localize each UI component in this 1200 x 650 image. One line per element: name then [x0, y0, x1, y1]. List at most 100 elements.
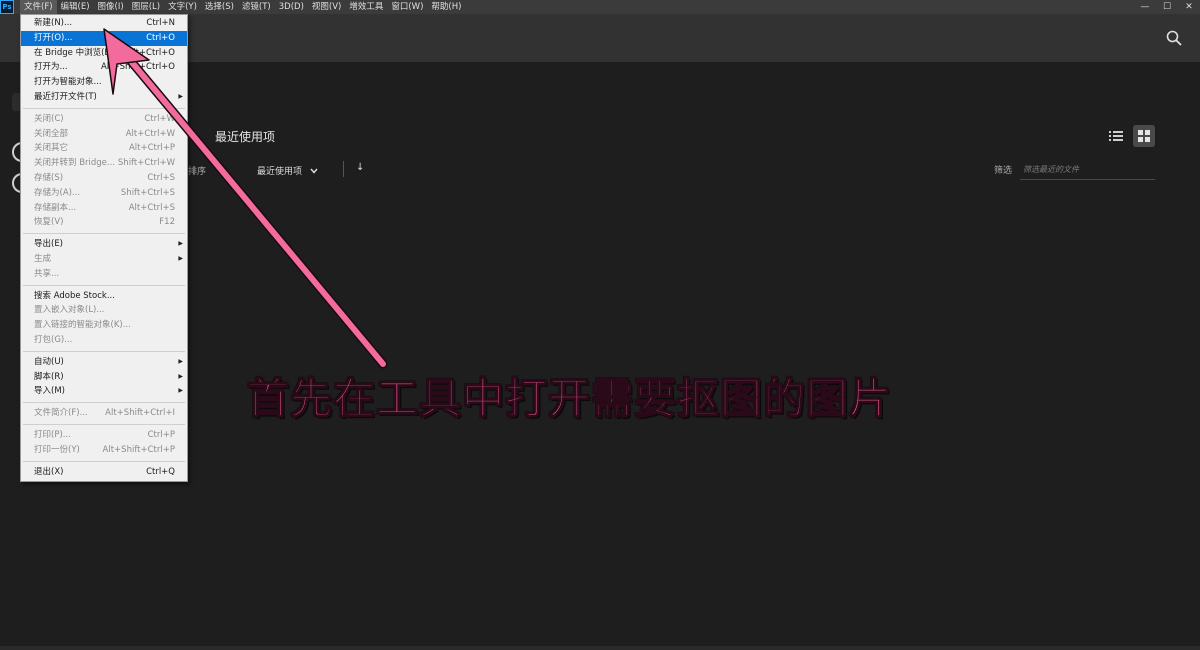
menu-separator — [23, 233, 185, 235]
file-menu-dropdown: 新建(N)... Ctrl+N 打开(O)... Ctrl+O 在 Bridge 中浏览… — [20, 14, 188, 482]
menu-item-label: 打印一份(Y) — [34, 444, 80, 455]
menu-plugins[interactable]: 增效工具 — [345, 0, 387, 14]
menu-item-shortcut: Alt+Ctrl+S — [128, 202, 175, 213]
menu-item-shortcut: Ctrl+S — [147, 172, 175, 183]
menu-item-shortcut: Alt+Ctrl+O — [127, 47, 175, 58]
menu-item-label: 打包(G)... — [34, 334, 73, 345]
menu-item-label: 导出(E) — [34, 239, 64, 250]
menu-edit[interactable]: 编辑(E) — [57, 0, 94, 14]
file-menu-item[interactable]: 打开为智能对象... — [21, 75, 187, 90]
file-menu-item[interactable]: 存储为(A)... Shift+Ctrl+S — [21, 186, 187, 201]
menu-select[interactable]: 选择(S) — [201, 0, 238, 14]
menu-help[interactable]: 帮助(H) — [427, 0, 465, 14]
file-menu-item[interactable]: 存储(S) Ctrl+S — [21, 171, 187, 186]
file-menu-item[interactable]: 关闭全部 Alt+Ctrl+W — [21, 127, 187, 142]
menu-item-label: 文件简介(F)... — [34, 408, 88, 419]
menu-item-shortcut: Ctrl+N — [146, 18, 175, 28]
menu-separator — [23, 460, 185, 462]
sort-direction-button[interactable]: ↓ — [356, 162, 364, 173]
menu-item-label: 最近打开文件(T) — [34, 91, 97, 102]
file-menu-item[interactable]: 置入链接的智能对象(K)... — [21, 318, 187, 333]
menu-bar: Ps 文件(F) 编辑(E) 图像(I) 图层(L) 文字(Y) 选择(S) 滤… — [0, 0, 1200, 14]
close-button[interactable]: ✕ — [1178, 0, 1200, 14]
file-menu-item[interactable]: 自动(U) ▶ — [21, 355, 187, 370]
menu-separator — [23, 350, 185, 352]
menu-item-label: 关闭全部 — [34, 128, 69, 139]
submenu-arrow-icon: ▶ — [178, 387, 183, 395]
menu-item-label: 共享... — [34, 268, 60, 279]
list-view-button[interactable] — [1106, 126, 1126, 146]
file-menu-item[interactable]: 文件简介(F)... Alt+Shift+Ctrl+I — [21, 406, 187, 421]
file-menu-item[interactable]: 关闭(C) Ctrl+W — [21, 112, 187, 127]
menu-item-shortcut: Alt+Shift+Ctrl+O — [100, 62, 175, 73]
menu-layer[interactable]: 图层(L) — [128, 0, 164, 14]
sort-value: 最近使用项 — [257, 167, 303, 177]
menu-item-shortcut: Ctrl+Q — [146, 466, 175, 477]
menu-item-shortcut: Ctrl+O — [146, 32, 175, 43]
menu-item-label: 自动(U) — [34, 356, 64, 367]
divider — [343, 161, 344, 177]
sort-dropdown[interactable]: 最近使用项 — [257, 164, 318, 177]
menu-filter[interactable]: 滤镜(T) — [238, 0, 275, 14]
submenu-arrow-icon: ▶ — [178, 372, 183, 380]
menu-item-shortcut: Alt+Shift+Ctrl+P — [102, 444, 175, 455]
maximize-button[interactable]: ☐ — [1156, 0, 1178, 14]
menu-item-label: 打开为智能对象... — [34, 77, 102, 88]
menu-item-shortcut: Ctrl+W — [144, 113, 175, 124]
search-icon[interactable] — [1166, 30, 1182, 46]
menu-3d[interactable]: 3D(D) — [275, 0, 308, 14]
file-menu-item[interactable]: 置入嵌入对象(L)... — [21, 303, 187, 318]
menu-item-label: 置入嵌入对象(L)... — [34, 305, 105, 316]
file-menu-item[interactable]: 打开为... Alt+Shift+Ctrl+O — [21, 60, 187, 75]
file-menu-item[interactable]: 导入(M) ▶ — [21, 384, 187, 399]
menu-type[interactable]: 文字(Y) — [164, 0, 201, 14]
submenu-arrow-icon: ▶ — [178, 92, 183, 100]
file-menu-item[interactable]: 存储副本... Alt+Ctrl+S — [21, 201, 187, 216]
annotation-caption: 首先在工具中打开需要抠图的图片 — [246, 373, 893, 424]
menu-item-label: 打印(P)... — [34, 429, 71, 440]
file-menu-item[interactable]: 恢复(V) F12 — [21, 215, 187, 230]
menu-item-label: 存储副本... — [34, 202, 77, 213]
menu-item-label: 存储(S) — [34, 172, 64, 183]
menu-image[interactable]: 图像(I) — [94, 0, 128, 14]
grid-view-icon — [1138, 130, 1150, 142]
menu-item-shortcut: Alt+Ctrl+W — [125, 128, 175, 139]
menu-item-label: 搜索 Adobe Stock... — [34, 290, 115, 301]
file-menu-item[interactable]: 搜索 Adobe Stock... — [21, 289, 187, 304]
file-menu-item[interactable]: 打包(G)... — [21, 333, 187, 348]
file-menu-item[interactable]: 共享... — [21, 267, 187, 282]
file-menu-item[interactable]: 最近打开文件(T) ▶ — [21, 90, 187, 105]
file-menu-item[interactable]: 退出(X) Ctrl+Q — [21, 465, 187, 480]
file-menu-item[interactable]: 脚本(R) ▶ — [21, 370, 187, 385]
menu-item-label: 导入(M) — [34, 386, 65, 397]
menu-item-label: 恢复(V) — [34, 217, 64, 228]
menu-separator — [23, 284, 185, 286]
file-menu-item[interactable]: 导出(E) ▶ — [21, 237, 187, 252]
menu-item-label: 关闭并转到 Bridge... — [34, 158, 116, 169]
file-menu-item[interactable]: 关闭并转到 Bridge... Shift+Ctrl+W — [21, 156, 187, 171]
file-menu-item[interactable]: 关闭其它 Alt+Ctrl+P — [21, 141, 187, 156]
menu-window[interactable]: 窗口(W) — [387, 0, 427, 14]
list-view-icon — [1109, 131, 1123, 141]
menu-view[interactable]: 视图(V) — [308, 0, 345, 14]
menu-item-shortcut: Shift+Ctrl+W — [117, 158, 175, 169]
menu-item-label: 新建(N)... — [34, 18, 73, 28]
file-menu-item[interactable]: 生成 ▶ — [21, 252, 187, 267]
filter-input[interactable] — [1020, 160, 1155, 180]
menu-file[interactable]: 文件(F) — [20, 0, 57, 14]
minimize-button[interactable]: — — [1134, 0, 1156, 14]
file-menu-item[interactable]: 新建(N)... Ctrl+N — [21, 16, 187, 31]
file-menu-item[interactable]: 在 Bridge 中浏览(B)... Alt+Ctrl+O — [21, 46, 187, 61]
file-menu-item[interactable]: 打印一份(Y) Alt+Shift+Ctrl+P — [21, 443, 187, 458]
menu-item-label: 存储为(A)... — [34, 187, 81, 198]
filter-label: 筛选 — [994, 166, 1013, 176]
menu-item-shortcut: Shift+Ctrl+S — [120, 187, 175, 198]
file-menu-item[interactable]: 打开(O)... Ctrl+O — [21, 30, 187, 46]
window-controls: — ☐ ✕ — [1134, 0, 1200, 14]
menu-item-label: 生成 — [34, 253, 52, 264]
file-menu-item[interactable]: 打印(P)... Ctrl+P — [21, 428, 187, 443]
menu-item-shortcut: Ctrl+P — [147, 429, 175, 440]
menu-separator — [23, 423, 185, 425]
grid-view-button[interactable] — [1133, 125, 1155, 147]
menu-item-shortcut: Alt+Shift+Ctrl+I — [105, 408, 175, 419]
